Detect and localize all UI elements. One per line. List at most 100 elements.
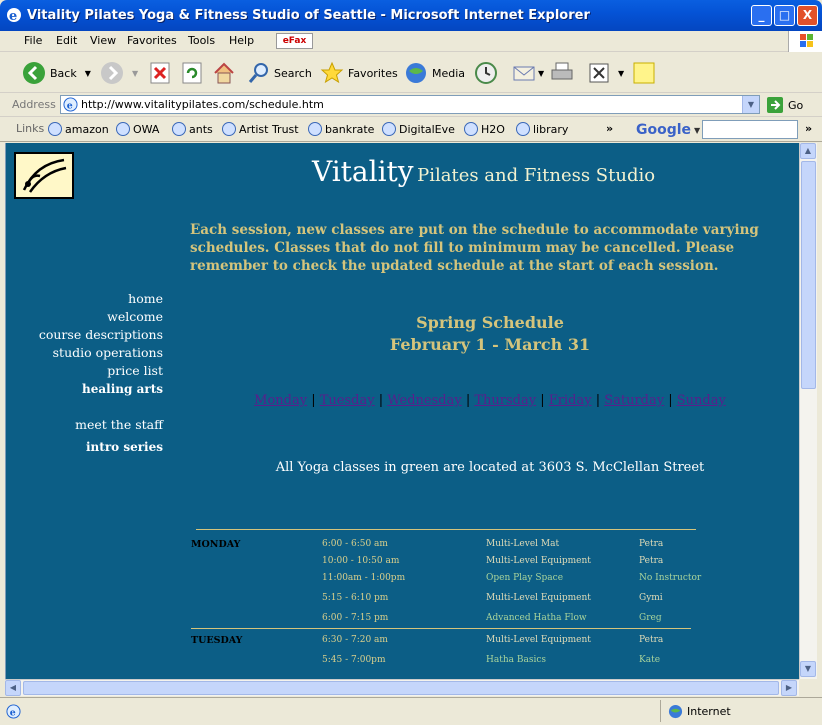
day-link-thursday[interactable]: Thursday (474, 393, 536, 408)
links-overflow-icon[interactable]: » (606, 122, 613, 135)
address-input[interactable]: e http://www.vitalitypilates.com/schedul… (60, 95, 760, 114)
notes-button[interactable] (632, 61, 656, 85)
studio-logo[interactable] (14, 152, 74, 199)
edit-icon (589, 63, 609, 83)
studio-brand: Vitality Pilates and Fitness Studio (312, 155, 655, 188)
scroll-left-icon[interactable]: ◀ (5, 680, 21, 696)
day-link-friday[interactable]: Friday (549, 393, 592, 408)
instructor: Petra (639, 635, 664, 645)
go-button[interactable]: Go (766, 96, 803, 114)
go-label: Go (788, 98, 804, 112)
edit-dropdown-icon[interactable]: ▼ (618, 69, 624, 78)
links-bar: Links amazon OWA ants Artist Trust bankr… (0, 117, 822, 142)
toolbar: Back ▼ ▼ Search Favorites Media ▼ ▼ (0, 52, 822, 93)
nav-price-list[interactable]: price list (16, 362, 163, 380)
close-button[interactable]: X (797, 5, 818, 26)
google-dropdown-icon: ▼ (694, 125, 701, 135)
link-ants[interactable]: ants (172, 122, 213, 136)
favorites-label: Favorites (348, 66, 398, 80)
pilates-figure-icon (22, 158, 67, 193)
nav-welcome[interactable]: welcome (16, 308, 163, 326)
menu-tools[interactable]: Tools (188, 34, 215, 47)
print-button[interactable] (550, 61, 574, 85)
favorites-button[interactable]: Favorites (320, 61, 398, 85)
link-page-icon (516, 122, 530, 136)
links-label: Links (16, 122, 45, 135)
nav-course-descriptions[interactable]: course descriptions (16, 326, 163, 344)
go-arrow-icon (767, 97, 783, 113)
google-overflow-icon[interactable]: » (805, 122, 812, 135)
menu-help[interactable]: Help (229, 34, 254, 47)
address-bar: Address e http://www.vitalitypilates.com… (0, 93, 822, 117)
link-library[interactable]: library (516, 122, 568, 136)
star-icon (320, 61, 344, 84)
nav-meet-the-staff[interactable]: meet the staff (16, 416, 163, 434)
schedule-row: 10:00 - 10:50 am Multi-Level Equipment P… (6, 556, 799, 572)
menu-favorites[interactable]: Favorites (127, 34, 177, 47)
link-page-icon (172, 122, 186, 136)
link-owa[interactable]: OWA (116, 122, 159, 136)
address-label: Address (12, 98, 56, 111)
link-artist-trust[interactable]: Artist Trust (222, 122, 299, 136)
instructor: Petra (639, 556, 664, 566)
link-page-icon (222, 122, 236, 136)
day-link-sunday[interactable]: Sunday (677, 393, 726, 408)
horizontal-scroll-thumb[interactable] (23, 681, 779, 695)
brand-name: Vitality (312, 155, 414, 188)
day-link-monday[interactable]: Monday (254, 393, 307, 408)
stop-button[interactable] (150, 61, 170, 85)
history-button[interactable] (474, 61, 498, 85)
svg-text:e: e (9, 9, 17, 23)
day-link-tuesday[interactable]: Tuesday (320, 393, 375, 408)
zone-label: Internet (687, 705, 731, 718)
menu-edit[interactable]: Edit (56, 34, 77, 47)
media-button[interactable]: Media (404, 61, 465, 85)
horizontal-scrollbar[interactable]: ◀ ▶ (5, 679, 799, 696)
address-dropdown-icon[interactable]: ▼ (742, 96, 759, 113)
schedule-heading: Spring Schedule February 1 - March 31 (190, 312, 790, 356)
google-search-input[interactable] (702, 120, 798, 139)
mail-dropdown-icon[interactable]: ▼ (538, 69, 544, 78)
link-digitaleve[interactable]: DigitalEve (382, 122, 455, 136)
forward-arrow-icon (101, 62, 123, 84)
scroll-down-icon[interactable]: ▼ (800, 661, 816, 677)
schedule-row: MONDAY 6:00 - 6:50 am Multi-Level Mat Pe… (6, 539, 799, 555)
menu-view[interactable]: View (90, 34, 116, 47)
link-h2o[interactable]: H2O (464, 122, 505, 136)
search-label: Search (274, 66, 312, 80)
schedule-divider (196, 529, 696, 530)
menu-file[interactable]: File (24, 34, 42, 47)
back-button[interactable]: Back ▼ (22, 61, 91, 85)
link-bankrate[interactable]: bankrate (308, 122, 374, 136)
print-icon (551, 62, 573, 80)
mail-button[interactable]: ▼ (512, 61, 544, 85)
google-toolbar-button[interactable]: Google ▼ (636, 122, 700, 138)
back-dropdown-icon[interactable]: ▼ (85, 69, 91, 78)
instructor: Greg (639, 613, 662, 623)
vertical-scroll-thumb[interactable] (801, 161, 816, 389)
scroll-up-icon[interactable]: ▲ (800, 143, 816, 159)
page-icon: e (63, 97, 78, 112)
nav-home[interactable]: home (16, 290, 163, 308)
schedule-row: 11:00am - 1:00pm Open Play Space No Inst… (6, 573, 799, 589)
day-link-saturday[interactable]: Saturday (604, 393, 664, 408)
scroll-right-icon[interactable]: ▶ (781, 680, 797, 696)
refresh-button[interactable] (182, 61, 202, 85)
day-link-wednesday[interactable]: Wednesday (387, 393, 461, 408)
class-name: Multi-Level Mat (486, 539, 560, 549)
edit-button[interactable]: ▼ (588, 61, 624, 85)
link-page-icon (464, 122, 478, 136)
maximize-button[interactable]: □ (774, 5, 795, 26)
efax-button[interactable]: eFax (276, 33, 313, 49)
class-time: 6:30 - 7:20 am (322, 635, 388, 645)
link-page-icon (48, 122, 62, 136)
nav-intro-series[interactable]: intro series (16, 438, 163, 456)
nav-studio-operations[interactable]: studio operations (16, 344, 163, 362)
forward-button[interactable]: ▼ (100, 61, 138, 85)
search-button[interactable]: Search (248, 61, 312, 85)
minimize-button[interactable]: _ (751, 5, 772, 26)
vertical-scrollbar[interactable]: ▲ ▼ (799, 143, 817, 679)
link-amazon[interactable]: amazon (48, 122, 109, 136)
nav-healing-arts[interactable]: healing arts (16, 380, 163, 398)
home-button[interactable] (212, 61, 236, 85)
